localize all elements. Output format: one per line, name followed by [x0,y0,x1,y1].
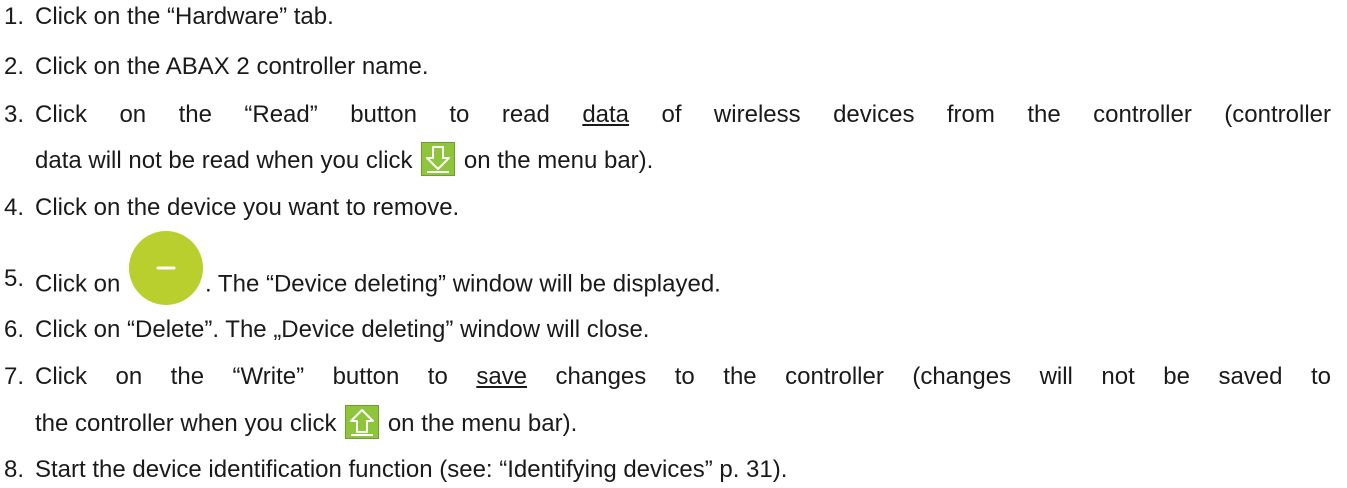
step-text-part: of wireless devices from the controller … [629,101,1331,128]
step-text-continued: the controller when you click on the men… [35,404,578,439]
step-text-part: on the menu bar). [457,147,654,174]
step-text: Start the device identification function… [35,456,788,483]
step-text: Click on . The “Device deleting” window … [35,231,721,305]
minus-circle-icon [129,231,204,305]
step-text: Click on the “Read” button to read data … [35,101,1331,129]
step-number: 6. [4,316,25,343]
step-text-underlined: save [476,363,528,390]
step-text-part: Click on [35,270,128,298]
step-number: 3. [4,101,25,128]
step-text-part: data will not be read when you click [35,147,413,174]
step-7: 7. Click on the “Write” button to save c… [0,363,1347,391]
step-number: 5. [4,265,25,292]
step-number: 4. [4,194,25,221]
step-text-part: Click on the “Write” button to [35,363,477,390]
step-text-part: on the menu bar). [381,410,578,437]
step-text: Click on the “Write” button to save chan… [35,363,1331,391]
step-number: 7. [4,363,25,390]
step-text: Click on the ABAX 2 controller name. [35,53,429,80]
step-text-part: Click on the “Read” button to read [35,101,583,128]
step-number: 2. [4,53,25,80]
step-text: Click on the “Hardware” tab. [35,3,334,30]
step-text-part: changes to the controller (changes will … [527,363,1331,390]
step-text: Click on the device you want to remove. [35,194,460,221]
step-3: 3. Click on the “Read” button to read da… [0,101,1347,129]
step-number: 8. [4,456,25,483]
step-text-part: . The “Device deleting” window will be d… [205,270,721,298]
step-number: 1. [4,3,25,30]
download-arrow-icon [421,141,456,176]
step-text-underlined: data [582,101,630,128]
step-text-continued: data will not be read when you click on … [35,141,654,176]
step-text: Click on “Delete”. The „Device deleting”… [35,316,650,343]
step-text-part: the controller when you click [35,410,337,437]
upload-arrow-icon [345,404,380,439]
